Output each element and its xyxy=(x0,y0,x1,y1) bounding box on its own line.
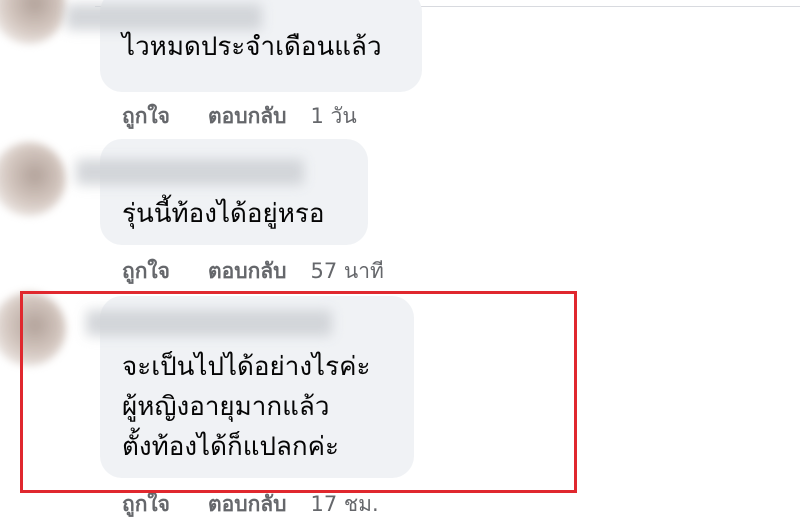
author-name-blurred[interactable] xyxy=(66,4,262,30)
reply-link[interactable]: ตอบกลับ xyxy=(208,255,287,288)
comment-actions: ถูกใจ ตอบกลับ 1 วัน xyxy=(122,100,357,133)
avatar[interactable] xyxy=(0,142,66,216)
comment-text: ไวหมดประจำเดือนแล้ว xyxy=(122,32,382,62)
comment-timestamp[interactable]: 57 นาที xyxy=(311,255,384,288)
avatar[interactable] xyxy=(0,0,66,44)
like-link[interactable]: ถูกใจ xyxy=(122,100,170,133)
comment-bubble: ไวหมดประจำเดือนแล้ว xyxy=(66,0,422,92)
comment-timestamp[interactable]: 1 วัน xyxy=(311,100,357,133)
highlight-box xyxy=(20,291,577,493)
like-link[interactable]: ถูกใจ xyxy=(122,255,170,288)
comment-actions: ถูกใจ ตอบกลับ 57 นาที xyxy=(122,255,384,288)
comment-text: รุ่นนี้ท้องได้อยู่หรอ xyxy=(122,199,325,229)
author-name-blurred[interactable] xyxy=(76,159,304,185)
reply-link[interactable]: ตอบกลับ xyxy=(208,100,287,133)
comment-bubble: รุ่นนี้ท้องได้อยู่หรอ xyxy=(76,139,368,245)
